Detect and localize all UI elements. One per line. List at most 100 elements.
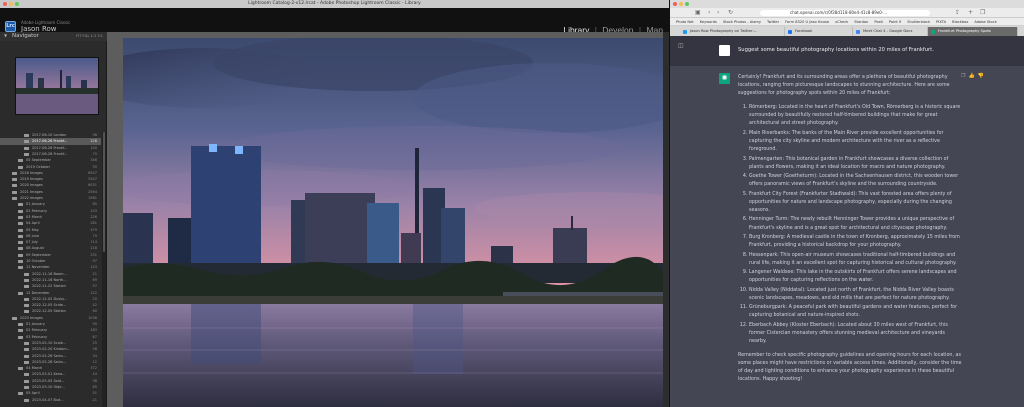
location-item: Eberbach Abbey (Kloster Eberbach): Locat… [749,322,964,346]
folder-icon [18,392,23,396]
assistant-response: Certainly! Frankfurt and its surrounding… [738,74,964,391]
forward-arrow-icon[interactable]: › [717,9,719,17]
minimize-window-button[interactable] [679,2,683,6]
share-icon[interactable]: ⇪ [955,9,960,17]
loupe-view [107,32,669,407]
desktop: Lightroom Catalog-2-v12.lrcat - Adobe Ph… [0,0,1024,407]
bookmark-item[interactable]: Adobe Stock [974,20,996,24]
navigator-header[interactable]: ▼ Navigator FIT FILL 1:1 3:1 [0,32,107,41]
sidebar-toggle-icon[interactable]: ▣ [695,9,701,17]
folder-icon [18,222,23,226]
folder-tree: 2017-06-10 London 98 2017-06-26 Frankf... 1… [0,132,101,407]
folder-icon [18,209,23,213]
folder-icon [24,310,29,314]
left-panel: ▼ Navigator FIT FILL 1:1 3:1 2017-06-10 … [0,32,107,407]
location-item: Frankfurt City Forest (Frankfurter Stadt… [749,191,964,215]
bookmark-item[interactable]: Shutterstock [907,20,930,24]
user-message: ◫ Suggest some beautiful photography loc… [670,36,1024,66]
location-item: Main Riverbanks: The banks of the Main R… [749,130,964,154]
lightroom-window: Lightroom Catalog-2-v12.lrcat - Adobe Ph… [0,0,669,407]
folder-icon [24,134,29,137]
folder-icon [12,184,17,188]
folder-icon [18,247,23,251]
left-panel-scrollbar[interactable] [102,132,106,407]
location-item: Nidda Valley (Niddatal): Located just no… [749,287,964,303]
folder-icon [12,316,17,320]
location-item: Grüneburgpark: A peaceful park with beau… [749,304,964,320]
tabs-overview-icon[interactable]: ❐ [980,9,985,17]
bookmark-item[interactable]: Twitter [767,20,779,24]
response-outro: Remember to check specific photography g… [738,353,962,383]
folder-icon [18,159,23,163]
favicon-icon [788,29,792,34]
location-item: Burg Kronberg: A medieval castle in the … [749,234,964,250]
folder-icon [24,278,29,282]
browser-tab[interactable]: Facebook [785,27,853,36]
folder-icon [24,348,29,352]
folder-icon [18,335,23,339]
address-bar[interactable]: chat.openai.com/c/0f28d118-80e4-41c8-89e… [760,10,930,16]
message-actions: ❐👍👎 [961,73,987,79]
bookmark-item[interactable]: Blackbox [952,20,968,24]
navigator-preview[interactable] [15,57,99,115]
sidebar-icon[interactable]: ◫ [678,42,684,49]
folder-icon [18,260,23,263]
identity-plate: Lrc Adobe Lightroom Classic Jason Row Li… [0,8,669,35]
bookmark-item[interactable]: Photo Net [676,20,694,24]
bookmark-item[interactable]: Form 8320 U Jaso House [785,20,829,24]
location-item: Langener Waldsee: This lake in the outsk… [749,269,964,285]
folder-icon [18,266,23,270]
folder-icon [24,297,29,301]
window-title: Lightroom Catalog-2-v12.lrcat - Adobe Ph… [248,1,421,6]
scroll-thumb[interactable] [103,132,105,252]
browser-tab[interactable]: Meet Chat 4 - Google Docs [853,27,928,36]
favicon-icon [856,29,860,34]
browser-tab[interactable]: Frankfurt Photography Spots [928,27,1018,36]
folder-icon [18,291,23,295]
lightroom-title-bar: Lightroom Catalog-2-v12.lrcat - Adobe Ph… [0,0,669,8]
folder-icon [24,272,29,276]
maximize-window-button[interactable] [685,2,689,6]
browser-tab-strip: Jason Row Photography on Twitter:... Face… [670,26,1024,36]
tab-title: Meet Chat 4 - Google Docs [863,29,913,33]
location-item: Römerberg: Located in the heart of Frank… [749,104,964,128]
response-intro: Certainly! Frankfurt and its surrounding… [738,75,950,97]
bookmark-item[interactable]: Stock Photos - Alamy [723,20,761,24]
folder-icon [12,190,17,194]
browser-tab[interactable]: Jason Row Photography on Twitter:... [680,27,785,36]
folder-icon [24,146,29,150]
assistant-message: ✺ ❐👍👎 Certainly! Frankfurt and its surro… [670,66,1024,407]
folder-count: 21 [92,397,97,402]
tab-title: Frankfurt Photography Spots [938,29,991,33]
navigator-preview-image [16,58,98,114]
new-tab-icon[interactable]: + [968,9,973,17]
folder-icon [18,253,23,257]
user-prompt-text: Suggest some beautiful photography locat… [738,47,934,53]
bookmark-item[interactable]: Stardon [854,20,868,24]
folder-icon [12,197,17,200]
thumbs-down-icon[interactable]: 👎 [978,73,987,79]
main-photo[interactable] [123,38,664,407]
folder-row[interactable]: 2023-04-07 Bud... 21 [0,397,101,404]
user-avatar [719,45,730,56]
folder-icon [24,379,29,383]
chat-area: ◫ Suggest some beautiful photography loc… [670,36,1024,407]
bookmark-item[interactable]: Posit [874,20,883,24]
reload-icon[interactable]: ↻ [728,9,733,17]
close-window-button[interactable] [673,2,677,6]
folder-icon [18,165,23,169]
folder-icon [24,386,29,389]
bookmark-item[interactable]: xCheck [835,20,848,24]
tab-title: Jason Row Photography on Twitter:... [690,29,758,33]
folder-icon [12,171,17,175]
bookmark-item[interactable]: Keywords [700,20,717,24]
favicon-icon [931,29,935,34]
bookmark-item[interactable]: Point 9 [889,20,901,24]
navigator-title: Navigator [12,33,39,39]
location-item: Hessenpark: This open-air museum showcas… [749,252,964,268]
folder-icon [24,373,29,377]
bookmark-item[interactable]: PIXTA [936,20,946,24]
zoom-modes[interactable]: FIT FILL 1:1 3:1 [76,34,103,38]
thumbs-up-icon[interactable]: 👍 [969,73,978,79]
back-arrow-icon[interactable]: ‹ [708,9,710,17]
